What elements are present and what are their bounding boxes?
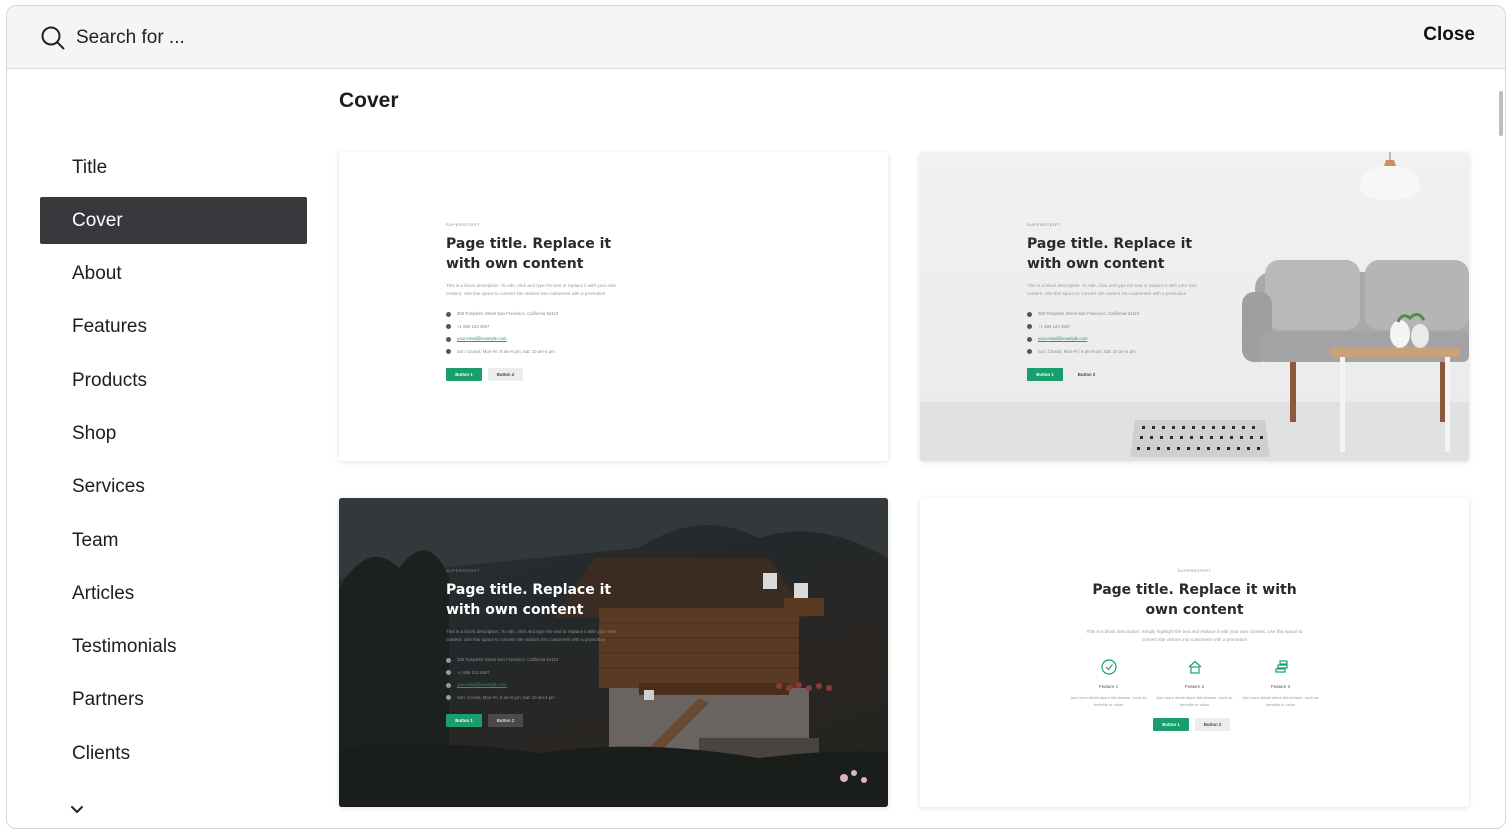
template-button-1: Button 1 xyxy=(1027,368,1063,381)
template-button-2: Button 2 xyxy=(1195,718,1230,731)
template-address: 355 Tompkins Street San Francisco, Calif… xyxy=(446,654,626,667)
sidebar-item-testimonials[interactable]: Testimonials xyxy=(40,624,307,671)
cover-template-card[interactable]: SUPERSCRIPT Page title. Replace it with … xyxy=(920,498,1469,807)
phone-icon xyxy=(446,670,451,676)
sidebar-item-partners[interactable]: Partners xyxy=(40,677,307,724)
template-contact-list: 355 Tompkins Street San Francisco, Calif… xyxy=(1027,308,1207,358)
template-description: This is a block description. To edit, cl… xyxy=(446,283,616,296)
template-email: your.email@example.com xyxy=(1027,333,1207,346)
template-feature: Feature 2 Add more detail about this fea… xyxy=(1152,658,1238,708)
sidebar-item-features[interactable]: Features xyxy=(40,304,307,351)
template-email: your.email@example.com xyxy=(446,333,626,346)
template-hours: Sun: Closed, Mon-Fri: 8 am-6 pm; Sat: 10… xyxy=(1027,346,1207,359)
template-address: 355 Tompkins Street San Francisco, Calif… xyxy=(446,308,626,321)
template-button-2: Button 2 xyxy=(488,714,523,727)
template-description: This is a block description. To edit, cl… xyxy=(446,629,616,642)
template-superscript: SUPERSCRIPT xyxy=(446,568,480,573)
search-bar: Close xyxy=(7,6,1505,69)
template-button-1: Button 1 xyxy=(446,714,482,727)
clock-icon xyxy=(1027,349,1032,355)
template-hours: Sun: Closed, Mon-Fri: 8 am-6 pm; Sat: 10… xyxy=(446,692,626,705)
sidebar-item-products[interactable]: Products xyxy=(40,357,307,404)
location-icon xyxy=(446,311,451,317)
template-contact-list: 355 Tompkins Street San Francisco, Calif… xyxy=(446,308,626,358)
template-description: This is a block description. Simply high… xyxy=(1086,629,1303,642)
template-superscript: SUPERSCRIPT xyxy=(446,222,480,227)
template-title: Page title. Replace it with own content xyxy=(446,236,612,272)
mail-icon xyxy=(1027,336,1032,342)
home-icon xyxy=(1188,660,1201,674)
template-preview: SUPERSCRIPT Page title. Replace it with … xyxy=(446,568,626,727)
clock-icon xyxy=(446,695,451,701)
clock-check-icon xyxy=(1100,659,1117,675)
template-button-2: Button 2 xyxy=(1069,368,1104,381)
cover-template-card[interactable]: SUPERSCRIPT Page title. Replace it with … xyxy=(339,152,888,461)
template-button-1: Button 1 xyxy=(1153,718,1189,731)
template-phone: +1 888 123 4567 xyxy=(446,321,626,334)
sidebar-item-team[interactable]: Team xyxy=(40,517,307,564)
section-title: Cover xyxy=(339,89,399,112)
phone-icon xyxy=(1027,324,1032,330)
sidebar-item-about[interactable]: About xyxy=(40,251,307,298)
template-title: Page title. Replace it with own content xyxy=(1092,582,1297,618)
template-preview: SUPERSCRIPT Page title. Replace it with … xyxy=(920,568,1469,731)
template-phone: +1 888 123 4567 xyxy=(446,667,626,680)
template-button-1: Button 1 xyxy=(446,368,482,381)
scrollbar-thumb[interactable] xyxy=(1499,91,1503,136)
template-superscript: SUPERSCRIPT xyxy=(1027,222,1061,227)
template-contact-list: 355 Tompkins Street San Francisco, Calif… xyxy=(446,654,626,704)
mail-icon xyxy=(446,336,451,342)
sidebar-item-articles[interactable]: Articles xyxy=(40,570,307,617)
chevron-down-icon[interactable] xyxy=(68,804,86,816)
sidebar-item-clients[interactable]: Clients xyxy=(40,730,307,777)
category-sidebar: Title Cover About Features Products Shop… xyxy=(40,144,307,784)
sidebar-item-cover[interactable]: Cover xyxy=(40,197,307,245)
template-preview: SUPERSCRIPT Page title. Replace it with … xyxy=(446,222,626,381)
location-icon xyxy=(1027,311,1032,317)
template-email: your.email@example.com xyxy=(446,679,626,692)
sidebar-item-shop[interactable]: Shop xyxy=(40,410,307,457)
cover-template-card[interactable]: SUPERSCRIPT Page title. Replace it with … xyxy=(920,152,1469,461)
phone-icon xyxy=(446,324,451,330)
template-button-2: Button 2 xyxy=(488,368,523,381)
cover-template-card[interactable]: SUPERSCRIPT Page title. Replace it with … xyxy=(339,498,888,807)
search-input[interactable] xyxy=(76,20,776,56)
search-icon xyxy=(41,26,65,50)
close-button[interactable]: Close xyxy=(1423,24,1475,46)
template-title: Page title. Replace it with own content xyxy=(1027,236,1193,272)
template-address: 355 Tompkins Street San Francisco, Calif… xyxy=(1027,308,1207,321)
block-picker-dialog: Close Title Cover About Features Product… xyxy=(6,5,1506,829)
template-hours: Sun: Closed, Mon-Fri: 8 am-6 pm; Sat: 10… xyxy=(446,346,626,359)
template-feature: Feature 1 Add more detail about this fea… xyxy=(1066,658,1152,708)
template-description: This is a block description. To edit, cl… xyxy=(1027,283,1197,296)
sidebar-item-title[interactable]: Title xyxy=(40,144,307,191)
template-preview: SUPERSCRIPT Page title. Replace it with … xyxy=(1027,222,1207,381)
mail-icon xyxy=(446,682,451,688)
sidebar-item-services[interactable]: Services xyxy=(40,464,307,511)
coins-icon xyxy=(1274,660,1288,673)
template-features: Feature 1 Add more detail about this fea… xyxy=(920,658,1469,708)
template-feature: Feature 3 Add more detail about this fea… xyxy=(1238,658,1324,708)
template-superscript: SUPERSCRIPT xyxy=(1177,568,1212,573)
template-title: Page title. Replace it with own content xyxy=(446,582,612,618)
location-icon xyxy=(446,657,451,663)
clock-icon xyxy=(446,349,451,355)
template-phone: +1 888 123 4567 xyxy=(1027,321,1207,334)
